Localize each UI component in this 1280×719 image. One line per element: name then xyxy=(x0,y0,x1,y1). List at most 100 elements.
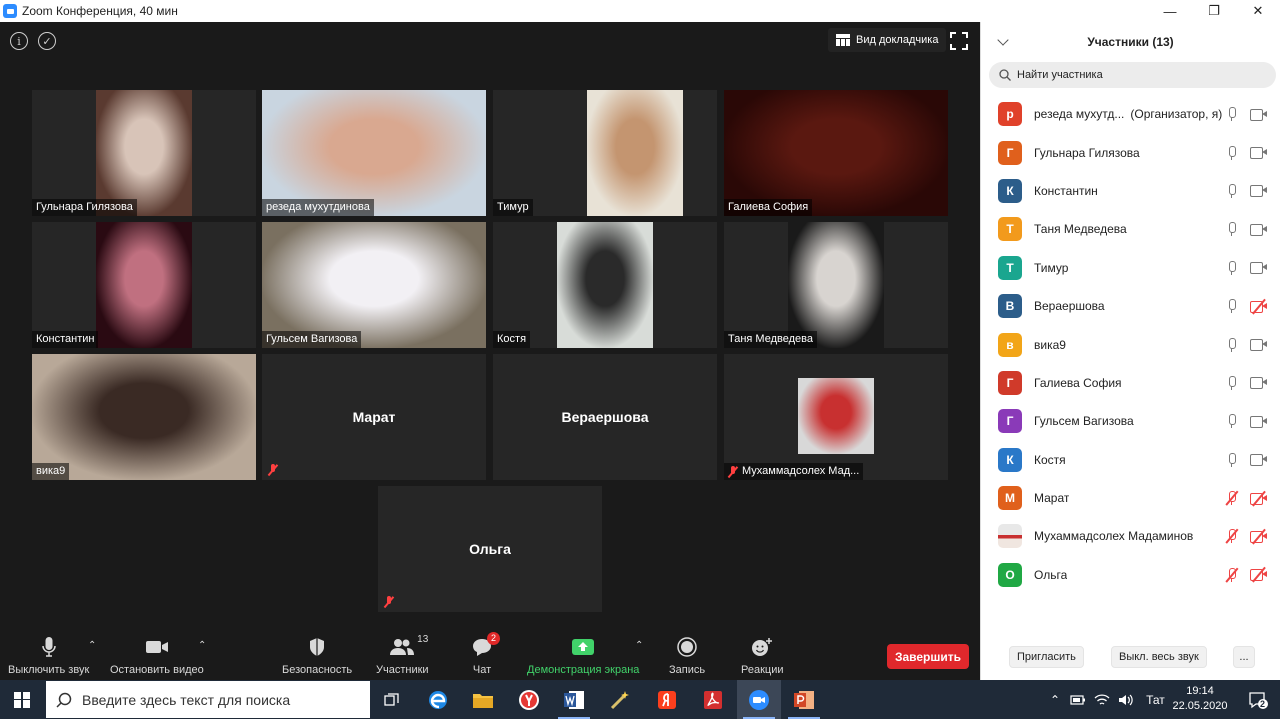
video-tile[interactable]: Галиева София xyxy=(724,90,948,216)
shield-check-icon[interactable]: ✓ xyxy=(38,32,56,50)
participant-name-text: Вераершова xyxy=(1034,299,1105,314)
acrobat-reader-icon[interactable] xyxy=(691,680,735,719)
tile-name-text: Ольга xyxy=(469,541,511,557)
video-tile[interactable]: Гульсем Вагизова xyxy=(262,222,486,348)
powerpoint-icon[interactable] xyxy=(782,680,826,719)
mute-button[interactable]: Выключить звук xyxy=(8,634,89,676)
camera-off-icon[interactable] xyxy=(1250,528,1267,545)
end-meeting-button[interactable]: Завершить xyxy=(887,644,969,669)
camera-off-icon[interactable] xyxy=(1250,490,1267,506)
participant-row[interactable]: Г Галиева София xyxy=(981,364,1280,402)
mic-icon[interactable] xyxy=(1227,375,1236,390)
mic-muted-icon[interactable] xyxy=(1225,529,1239,544)
mic-icon[interactable] xyxy=(1227,107,1236,122)
mic-icon[interactable] xyxy=(1227,222,1236,237)
video-options-caret-icon[interactable]: ⌃ xyxy=(198,640,206,651)
mic-icon[interactable] xyxy=(1227,452,1236,467)
close-button[interactable]: ✕ xyxy=(1236,0,1280,22)
share-screen-button[interactable]: Демонстрация экрана xyxy=(527,634,639,676)
video-tile[interactable]: Вераершова xyxy=(493,354,717,480)
wifi-icon[interactable] xyxy=(1094,693,1110,707)
input-language[interactable]: Тат xyxy=(1146,693,1165,707)
info-icon[interactable]: i xyxy=(10,32,28,50)
participant-video xyxy=(587,90,683,216)
file-explorer-icon[interactable] xyxy=(461,680,505,719)
camera-off-icon[interactable] xyxy=(1250,298,1267,314)
video-tile[interactable]: Таня Медведева xyxy=(724,222,948,348)
camera-icon[interactable] xyxy=(1250,454,1267,467)
camera-icon[interactable] xyxy=(1250,377,1267,390)
magic-wand-icon[interactable] xyxy=(598,680,642,719)
mic-icon[interactable] xyxy=(1227,337,1236,352)
mic-icon[interactable] xyxy=(1227,299,1236,314)
participant-row[interactable]: Т Таня Медведева xyxy=(981,210,1280,248)
audio-options-caret-icon[interactable]: ⌃ xyxy=(88,640,96,651)
mic-icon[interactable] xyxy=(1227,260,1236,275)
maximize-button[interactable]: ❐ xyxy=(1192,0,1236,22)
share-options-caret-icon[interactable]: ⌃ xyxy=(635,640,643,651)
camera-icon[interactable] xyxy=(1250,262,1267,275)
taskbar-clock[interactable]: 19:14 22.05.2020 xyxy=(1168,684,1232,714)
camera-icon[interactable] xyxy=(1250,108,1267,121)
fullscreen-icon[interactable] xyxy=(950,32,968,50)
start-button[interactable] xyxy=(0,680,44,719)
camera-off-icon[interactable] xyxy=(1250,567,1267,583)
minimize-button[interactable]: — xyxy=(1148,0,1192,22)
camera-icon[interactable] xyxy=(1250,147,1267,160)
mic-icon[interactable] xyxy=(1227,145,1236,160)
video-tile[interactable]: Гульнара Гилязова xyxy=(32,90,256,216)
video-tile[interactable]: Ольга xyxy=(378,486,602,612)
stop-video-button[interactable]: Остановить видео xyxy=(110,634,204,676)
yandex-icon[interactable] xyxy=(645,680,689,719)
participant-list: р резеда мухутд... (Организатор, я) Г Гульна… xyxy=(981,95,1280,594)
participant-avatar: Г xyxy=(998,409,1022,434)
speaker-view-button[interactable]: Вид докладчика xyxy=(828,28,947,52)
zoom-taskbar-icon[interactable] xyxy=(737,680,781,719)
record-button[interactable]: Запись xyxy=(669,634,705,676)
more-options-button[interactable]: ... xyxy=(1233,646,1255,668)
camera-icon[interactable] xyxy=(1250,223,1267,236)
participant-row[interactable]: К Константин xyxy=(981,172,1280,210)
participant-row[interactable]: р резеда мухутд... (Организатор, я) xyxy=(981,95,1280,133)
participant-row[interactable]: К Костя xyxy=(981,441,1280,479)
volume-icon[interactable] xyxy=(1118,693,1134,707)
participant-row[interactable]: Г Гульсем Вагизова xyxy=(981,402,1280,440)
show-hidden-icons-caret-icon[interactable]: ⌃ xyxy=(1050,693,1060,707)
video-tile[interactable]: Костя xyxy=(493,222,717,348)
notification-center-icon[interactable]: 2 xyxy=(1236,680,1280,719)
participants-button[interactable]: 13 Участники xyxy=(376,634,429,676)
mic-icon[interactable] xyxy=(1227,414,1236,429)
word-icon[interactable] xyxy=(552,680,596,719)
participant-row[interactable]: О Ольга xyxy=(981,556,1280,594)
video-tile[interactable]: Тимур xyxy=(493,90,717,216)
participant-row[interactable]: М Марат xyxy=(981,479,1280,517)
mic-icon[interactable] xyxy=(1227,183,1236,198)
collapse-chevron-icon[interactable] xyxy=(997,34,1009,46)
mute-all-button[interactable]: Выкл. весь звук xyxy=(1111,646,1207,668)
video-tile[interactable]: Марат xyxy=(262,354,486,480)
task-view-icon[interactable] xyxy=(370,680,414,719)
video-tile[interactable]: резеда мухутдинова xyxy=(262,90,486,216)
participant-search-input[interactable] xyxy=(1017,69,1257,81)
yandex-browser-icon[interactable] xyxy=(507,680,551,719)
camera-icon[interactable] xyxy=(1250,415,1267,428)
taskbar-search-input[interactable] xyxy=(82,691,352,708)
participant-row[interactable]: В Вераершова xyxy=(981,287,1280,325)
battery-icon[interactable] xyxy=(1070,694,1086,706)
participant-row[interactable]: Т Тимур xyxy=(981,249,1280,287)
video-tile[interactable]: вика9 xyxy=(32,354,256,480)
security-button[interactable]: Безопасность xyxy=(282,634,352,676)
participant-row[interactable]: Мухаммадсолех Мадаминов xyxy=(981,517,1280,555)
camera-icon[interactable] xyxy=(1250,339,1267,352)
participant-row[interactable]: Г Гульнара Гилязова xyxy=(981,133,1280,171)
video-tile[interactable]: Константин xyxy=(32,222,256,348)
reactions-button[interactable]: Реакции xyxy=(741,634,784,676)
participant-row[interactable]: в вика9 xyxy=(981,325,1280,363)
mic-muted-icon[interactable] xyxy=(1225,567,1239,583)
camera-icon[interactable] xyxy=(1250,185,1267,198)
chat-button[interactable]: 2 Чат xyxy=(472,632,500,676)
mic-muted-icon[interactable] xyxy=(1225,490,1239,506)
invite-button[interactable]: Пригласить xyxy=(1009,646,1084,668)
video-tile[interactable]: Мухаммадсолех Мад... xyxy=(724,354,948,480)
edge-browser-icon[interactable] xyxy=(416,680,460,719)
